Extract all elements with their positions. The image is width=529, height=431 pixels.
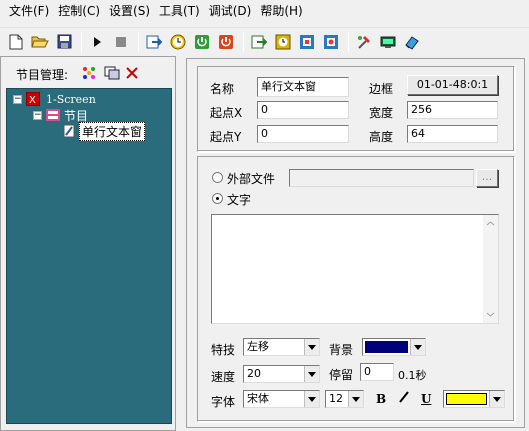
- external-file-label: 外部文件: [227, 172, 276, 186]
- menu-help[interactable]: 帮助(H): [257, 0, 308, 22]
- external-file-field: [289, 169, 474, 187]
- power-on-icon[interactable]: [191, 31, 213, 53]
- tools-icon[interactable]: [353, 31, 375, 53]
- height-field[interactable]: 64: [407, 125, 498, 143]
- chevron-down-icon: [304, 391, 319, 407]
- font-color-swatch: [446, 393, 487, 405]
- start-x-label: 起点X: [210, 106, 243, 120]
- start-y-label: 起点Y: [210, 130, 242, 144]
- height-label: 高度: [369, 130, 394, 144]
- clock-icon[interactable]: [167, 31, 189, 53]
- italic-button[interactable]: [398, 391, 410, 406]
- border-button[interactable]: 01-01-48:0:1: [407, 75, 498, 95]
- underline-button[interactable]: U: [421, 392, 431, 406]
- stop-icon[interactable]: [110, 31, 132, 53]
- program-icon: [46, 109, 60, 121]
- svg-text:X: X: [29, 95, 36, 106]
- menu-debug[interactable]: 调试(D): [206, 0, 258, 22]
- send-icon[interactable]: [143, 31, 165, 53]
- text-area-scrollbar[interactable]: [483, 215, 498, 323]
- brightness-icon[interactable]: [296, 31, 318, 53]
- font-color-select[interactable]: [443, 390, 505, 408]
- timer-icon[interactable]: [272, 31, 294, 53]
- program-panel-title: 节目管理:: [16, 67, 69, 82]
- font-size-select[interactable]: 12: [325, 390, 364, 408]
- text-window-icon: [63, 124, 75, 138]
- toolbar: [0, 27, 529, 55]
- font-label: 字体: [211, 395, 236, 409]
- chevron-down-icon: [304, 366, 319, 382]
- stay-unit-label: 0.1秒: [398, 369, 427, 382]
- delete-icon[interactable]: [126, 66, 138, 82]
- brightness-schedule-icon[interactable]: [320, 31, 342, 53]
- speed-select-value: 20: [247, 367, 261, 380]
- save-icon[interactable]: [53, 31, 75, 53]
- font-size-value: 12: [329, 392, 343, 405]
- new-icon[interactable]: [5, 31, 27, 53]
- external-file-radio[interactable]: [212, 172, 223, 183]
- program-tree: − X 1-Screen − 节目 单行文本窗: [6, 88, 172, 424]
- italic-icon: [399, 391, 409, 403]
- speed-select[interactable]: 20: [243, 365, 320, 383]
- background-label: 背景: [329, 343, 354, 357]
- display-icon[interactable]: [377, 31, 399, 53]
- collapse-icon[interactable]: −: [13, 94, 22, 104]
- text-label: 文字: [227, 193, 252, 207]
- font-select[interactable]: 宋体: [243, 390, 320, 408]
- chevron-down-icon: [410, 339, 425, 355]
- menu-file[interactable]: 文件(F): [6, 0, 55, 22]
- power-off-icon[interactable]: [215, 31, 237, 53]
- name-field[interactable]: 单行文本窗: [257, 77, 349, 97]
- tree-screen-label: 1-Screen: [46, 92, 96, 106]
- start-x-field[interactable]: 0: [257, 101, 349, 119]
- text-radio[interactable]: [212, 193, 223, 204]
- speed-label: 速度: [211, 370, 236, 384]
- menu-control[interactable]: 控制(C): [55, 0, 106, 22]
- clear-icon[interactable]: [401, 31, 423, 53]
- start-y-field[interactable]: 0: [257, 125, 349, 143]
- tree-node-text-window[interactable]: 单行文本窗: [63, 121, 146, 141]
- width-label: 宽度: [369, 106, 394, 120]
- collapse-icon[interactable]: −: [33, 110, 42, 120]
- background-color-swatch: [365, 341, 408, 353]
- bold-button[interactable]: B: [376, 392, 386, 406]
- menu-bar: 文件(F) 控制(C) 设置(S) 工具(T) 调试(D) 帮助(H): [0, 0, 529, 22]
- effect-select-value: 左移: [247, 340, 269, 353]
- toolbar-separator: [243, 31, 244, 52]
- text-content-area[interactable]: [211, 214, 499, 324]
- open-icon[interactable]: [29, 31, 51, 53]
- font-select-value: 宋体: [247, 392, 269, 405]
- stay-field[interactable]: 0: [360, 363, 394, 381]
- chevron-down-icon: [304, 339, 319, 355]
- toolbar-separator: [348, 31, 349, 52]
- width-field[interactable]: 256: [407, 101, 498, 119]
- send-program-icon[interactable]: [248, 31, 270, 53]
- play-icon[interactable]: [86, 31, 108, 53]
- program-panel-header: 节目管理:: [6, 64, 176, 84]
- chevron-down-icon: [348, 391, 363, 407]
- effect-select[interactable]: 左移: [243, 338, 320, 356]
- tree-text-window-label: 单行文本窗: [79, 121, 146, 141]
- chevron-down-icon: [489, 391, 504, 407]
- screen-icon: X: [26, 92, 40, 106]
- effect-label: 特技: [211, 343, 236, 357]
- toolbar-separator: [81, 31, 82, 52]
- add-window-icon[interactable]: [82, 66, 96, 83]
- border-label: 边框: [369, 82, 394, 96]
- background-color-select[interactable]: [362, 338, 426, 356]
- toolbar-separator: [138, 31, 139, 52]
- menu-tools[interactable]: 工具(T): [156, 0, 206, 22]
- name-label: 名称: [210, 82, 235, 96]
- add-program-icon[interactable]: [104, 66, 120, 83]
- browse-button[interactable]: ...: [476, 169, 498, 187]
- tree-node-screen[interactable]: − X 1-Screen: [13, 91, 96, 107]
- stay-label: 停留: [329, 368, 354, 382]
- menu-settings[interactable]: 设置(S): [106, 0, 156, 22]
